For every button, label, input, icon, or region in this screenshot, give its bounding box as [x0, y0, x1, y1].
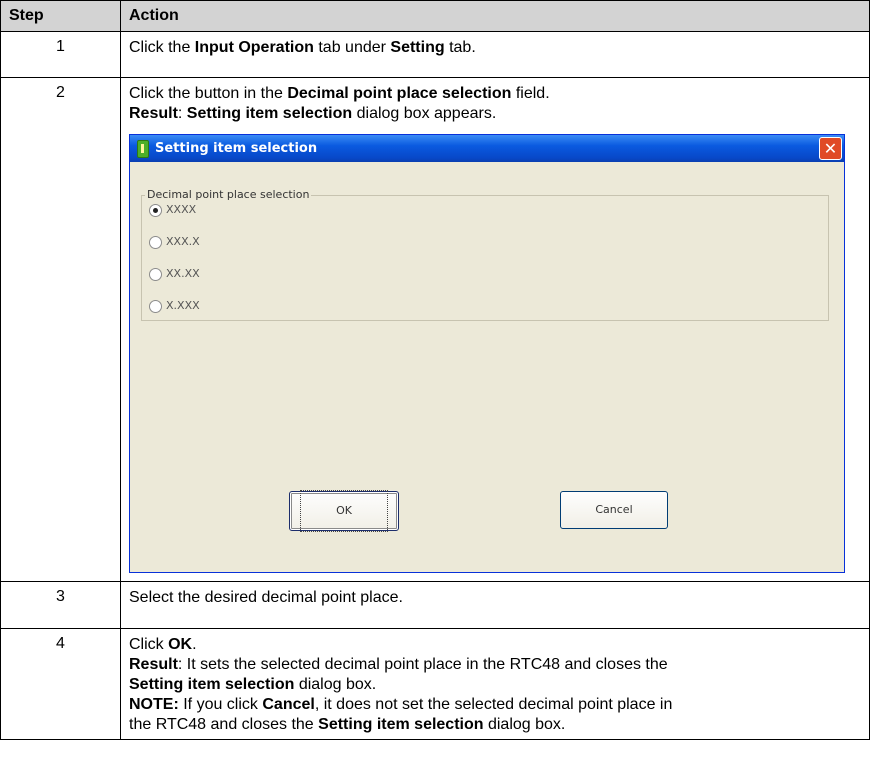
table-row: 4 Click OK. Result: It sets the selected… — [0, 628, 870, 740]
decimal-point-groupbox: Decimal point place selection — [141, 185, 829, 321]
text: : It sets the selected decimal point pla… — [177, 656, 668, 673]
emphasis: NOTE: — [129, 696, 179, 713]
emphasis: Setting item selection — [318, 716, 484, 733]
result-line: Setting item selection dialog box. — [129, 675, 861, 695]
radio-button[interactable] — [149, 203, 162, 217]
action-line: Click the button in the Decimal point pl… — [129, 84, 861, 104]
radio-option[interactable]: XXX.X — [149, 232, 200, 252]
step-action: Click OK. Result: It sets the selected d… — [120, 628, 870, 740]
dialog-title: Setting item selection — [155, 140, 318, 156]
step-number: 3 — [0, 581, 121, 629]
header-action: Action — [120, 0, 870, 32]
action-line: Click OK. — [129, 635, 861, 655]
table-header-row: Step Action — [0, 0, 870, 32]
radio-label: XXXX — [166, 203, 197, 216]
text: Click the button in the — [129, 85, 288, 102]
text: , it does not set the selected decimal p… — [314, 696, 673, 713]
table-row: 2 Click the button in the Decimal point … — [0, 77, 870, 582]
step-action: Click the Input Operation tab under Sett… — [120, 31, 870, 78]
emphasis: Decimal point place selection — [287, 85, 512, 102]
radio-button[interactable] — [149, 235, 162, 249]
ok-label: OK — [300, 490, 388, 532]
text: : — [177, 105, 187, 122]
cancel-button[interactable]: Cancel — [560, 491, 668, 529]
text: the RTC48 and closes the — [129, 716, 319, 733]
result-line: Result: Setting item selection dialog bo… — [129, 104, 861, 124]
text: dialog box. — [483, 716, 566, 733]
result-line: Result: It sets the selected decimal poi… — [129, 655, 861, 675]
text: If you click — [178, 696, 263, 713]
note-line: the RTC48 and closes the Setting item se… — [129, 715, 861, 735]
emphasis: Cancel — [262, 696, 315, 713]
step-action: Select the desired decimal point place. — [120, 581, 870, 629]
emphasis: Result — [129, 656, 178, 673]
text: dialog box appears. — [352, 105, 497, 122]
setting-item-selection-dialog: Setting item selection ✕ Decimal point p… — [129, 134, 845, 573]
dialog-titlebar[interactable]: Setting item selection ✕ — [130, 135, 844, 162]
emphasis: Result — [129, 105, 178, 122]
close-button[interactable]: ✕ — [819, 137, 842, 160]
emphasis: Setting item selection — [129, 676, 295, 693]
radio-label: X.XXX — [166, 299, 200, 312]
text: tab. — [444, 39, 476, 56]
dialog-body: Decimal point place selection XXXX XXX.X… — [133, 162, 841, 569]
table-row: 1 Click the Input Operation tab under Se… — [0, 31, 870, 78]
radio-label: XX.XX — [166, 267, 200, 280]
radio-button[interactable] — [149, 267, 162, 281]
step-action: Click the button in the Decimal point pl… — [120, 77, 870, 582]
radio-option[interactable]: X.XXX — [149, 296, 200, 316]
step-number: 1 — [0, 31, 121, 78]
radio-option[interactable]: XX.XX — [149, 264, 200, 284]
note-line: NOTE: If you click Cancel, it does not s… — [129, 695, 861, 715]
radio-option[interactable]: XXXX — [149, 200, 196, 220]
procedure-table: Step Action 1 Click the Input Operation … — [0, 0, 870, 740]
step-number: 2 — [0, 77, 121, 582]
emphasis: Setting item selection — [186, 105, 353, 122]
text: tab under — [313, 39, 391, 56]
emphasis: OK — [168, 636, 193, 653]
text: dialog box. — [294, 676, 377, 693]
table-row: 3 Select the desired decimal point place… — [0, 581, 870, 629]
emphasis: Setting — [390, 39, 445, 56]
ok-button[interactable]: OK — [289, 490, 399, 532]
emphasis: Input Operation — [194, 39, 314, 56]
radio-label: XXX.X — [166, 235, 200, 248]
radio-button[interactable] — [149, 299, 162, 313]
header-step: Step — [0, 0, 121, 32]
text: Click — [129, 636, 169, 653]
text: Click the — [129, 39, 195, 56]
app-icon — [137, 139, 149, 158]
step-number: 4 — [0, 628, 121, 740]
text: field. — [511, 85, 550, 102]
text: . — [192, 636, 197, 653]
